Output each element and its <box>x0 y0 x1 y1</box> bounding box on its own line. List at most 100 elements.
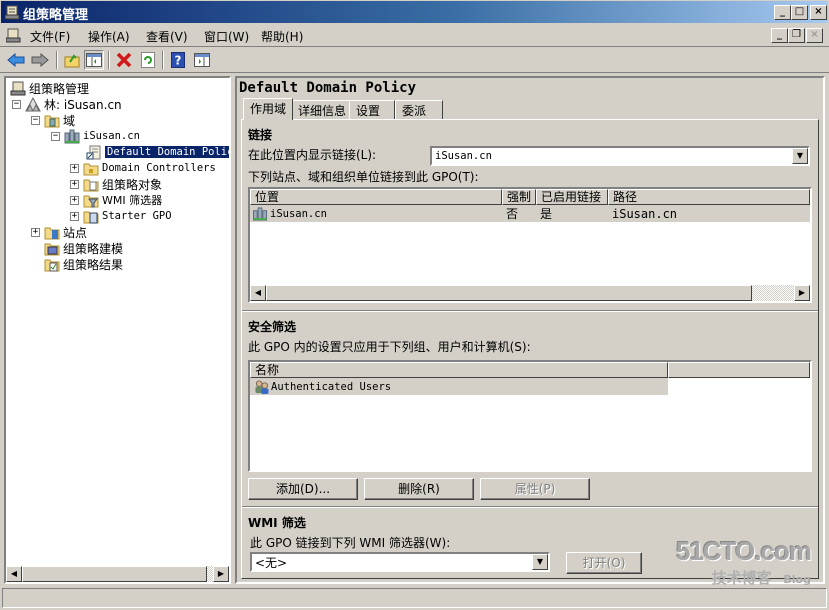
properties-button[interactable]: 属性(P) <box>480 478 590 500</box>
scrollbar-thumb[interactable] <box>22 566 207 582</box>
security-filtering-listview[interactable]: 名称 Authenticated Users <box>248 360 812 472</box>
tab-scope[interactable]: 作用域 <box>243 98 294 120</box>
menu-action[interactable]: 操作(A) <box>88 28 130 45</box>
tab-settings[interactable]: 设置 <box>349 100 395 119</box>
show-hide-tree-button[interactable] <box>84 50 104 70</box>
toolbar-separator <box>108 51 110 69</box>
remove-button[interactable]: 删除(R) <box>364 478 474 500</box>
menu-window[interactable]: 窗口(W) <box>204 28 249 45</box>
forward-button[interactable] <box>30 50 50 70</box>
cell-link-enabled: 是 <box>540 207 553 221</box>
collapse-toggle[interactable]: − <box>12 99 21 109</box>
column-blank[interactable] <box>668 362 810 378</box>
tree-item-gp-modeling[interactable]: 组策略建模 <box>44 240 123 256</box>
up-one-level-button[interactable] <box>62 50 82 70</box>
refresh-button[interactable] <box>138 50 158 70</box>
open-wmi-filter-button[interactable]: 打开(O) <box>566 552 642 574</box>
delete-button[interactable] <box>114 50 134 70</box>
help-button[interactable]: ? <box>168 50 188 70</box>
menu-bar: 文件(F) 操作(A) 查看(V) 窗口(W) 帮助(H) _ ❐ × <box>0 25 829 47</box>
tree-horizontal-scrollbar[interactable]: ◀ ▶ <box>6 566 229 582</box>
security-filtering-title: 安全筛选 <box>248 320 297 334</box>
mdi-minimize-button[interactable]: _ <box>771 28 788 43</box>
tab-details[interactable]: 详细信息 <box>291 100 354 119</box>
column-location[interactable]: 位置 <box>250 189 502 205</box>
sites-folder-icon <box>44 227 60 239</box>
expand-toggle[interactable]: + <box>70 163 79 173</box>
tree-item-label: 林: iSusan.cn <box>44 97 122 112</box>
column-link-enabled[interactable]: 已启用链接 <box>536 189 608 205</box>
scrollbar-track[interactable] <box>22 566 213 582</box>
menu-file[interactable]: 文件(F) <box>30 28 70 45</box>
tree-item-gp-results[interactable]: 组策略结果 <box>44 256 123 272</box>
tree-item-domain-controllers[interactable]: + Domain Controllers <box>70 160 216 176</box>
mdi-restore-button[interactable]: ❐ <box>788 28 805 43</box>
starter-gpo-folder-icon <box>83 211 99 223</box>
tree-item-starter-gpo[interactable]: + Starter GPO <box>70 208 172 224</box>
tree-item-wmi-filters[interactable]: + WMI 筛选器 <box>70 192 162 208</box>
show-hide-tree-icon <box>86 53 102 67</box>
links-listview[interactable]: 位置 强制 已启用链接 路径 iSusan.cn 否 是 iSusan.cn ◀ <box>248 187 812 303</box>
forward-icon <box>31 53 49 67</box>
tree-item-sites[interactable]: + 站点 <box>31 224 87 240</box>
table-row[interactable]: Authenticated Users <box>250 378 668 395</box>
scroll-left-arrow[interactable]: ◀ <box>250 285 266 301</box>
add-button[interactable]: 添加(D)... <box>248 478 358 500</box>
tree-item-gpo-objects[interactable]: + 组策略对象 <box>70 176 162 192</box>
console-tree: 组策略管理 − 林: iSusan.cn − 域 − iSusan.cn Def… <box>4 76 231 584</box>
column-name[interactable]: 名称 <box>250 362 668 378</box>
close-button[interactable]: × <box>810 5 827 20</box>
tab-delegation[interactable]: 委派 <box>395 100 443 119</box>
scrollbar-thumb[interactable] <box>266 285 752 301</box>
tree-item-forest[interactable]: − 林: iSusan.cn <box>12 96 122 112</box>
expand-toggle[interactable]: + <box>70 211 79 221</box>
watermark: 51CTO.com 技术博客 Blog <box>676 536 812 588</box>
mdi-close-button[interactable]: × <box>806 28 823 43</box>
gpmc-app-icon <box>5 5 20 20</box>
gp-modeling-icon <box>44 243 60 255</box>
dropdown-arrow-icon[interactable]: ▼ <box>532 554 548 570</box>
scroll-right-arrow[interactable]: ▶ <box>213 566 229 582</box>
up-folder-icon <box>64 54 80 68</box>
links-section-title: 链接 <box>248 128 273 142</box>
table-row[interactable]: iSusan.cn 否 是 iSusan.cn <box>250 205 810 222</box>
security-filtering-description: 此 GPO 内的设置只应用于下列组、用户和计算机(S): <box>248 340 531 354</box>
collapse-toggle[interactable]: − <box>31 115 40 125</box>
menu-help[interactable]: 帮助(H) <box>261 28 303 45</box>
toolbar-separator <box>162 51 164 69</box>
show-action-pane-button[interactable] <box>192 50 212 70</box>
cell-name: Authenticated Users <box>250 379 391 394</box>
collapse-toggle[interactable]: − <box>51 131 60 141</box>
scope-tab-panel: 链接 在此位置内显示链接(L): iSusan.cn ▼ 下列站点、域和组织单位… <box>241 119 819 579</box>
gpmc-root-icon <box>10 81 26 95</box>
wmi-filtering-description: 此 GPO 链接到下列 WMI 筛选器(W): <box>250 536 451 550</box>
links-horizontal-scrollbar[interactable]: ◀ ▶ <box>250 285 810 301</box>
menu-view[interactable]: 查看(V) <box>146 28 188 45</box>
expand-toggle[interactable]: + <box>70 195 79 205</box>
scroll-right-arrow[interactable]: ▶ <box>794 285 810 301</box>
maximize-button[interactable]: □ <box>791 5 808 20</box>
scrollbar-track[interactable] <box>266 285 794 301</box>
tree-item-default-domain-policy[interactable]: Default Domain Policy <box>86 144 229 160</box>
expand-toggle[interactable]: + <box>31 227 40 237</box>
tree-item-label: Default Domain Policy <box>105 146 229 158</box>
wmi-filter-combobox[interactable]: <无> ▼ <box>250 552 550 572</box>
tree-item-label: Domain Controllers <box>102 162 216 174</box>
column-path[interactable]: 路径 <box>608 189 810 205</box>
back-button[interactable] <box>6 50 26 70</box>
scroll-left-arrow[interactable]: ◀ <box>6 566 22 582</box>
tree-item-domains[interactable]: − 域 <box>31 112 75 128</box>
location-combobox[interactable]: iSusan.cn ▼ <box>430 146 810 166</box>
minimize-button[interactable]: _ <box>774 5 791 20</box>
user-group-icon <box>255 379 269 394</box>
location-label: 在此位置内显示链接(L): <box>248 148 377 162</box>
dropdown-arrow-icon[interactable]: ▼ <box>792 148 808 164</box>
ou-folder-icon <box>83 163 99 175</box>
status-bar <box>2 588 827 608</box>
expand-toggle[interactable]: + <box>70 179 79 189</box>
column-enforced[interactable]: 强制 <box>502 189 536 205</box>
tree-item-gpmc-root[interactable]: 组策略管理 <box>10 80 89 96</box>
tree-item-label: Starter GPO <box>102 210 172 222</box>
tree-item-domain-isusan[interactable]: − iSusan.cn <box>51 128 140 144</box>
mmc-document-icon[interactable] <box>6 28 21 43</box>
